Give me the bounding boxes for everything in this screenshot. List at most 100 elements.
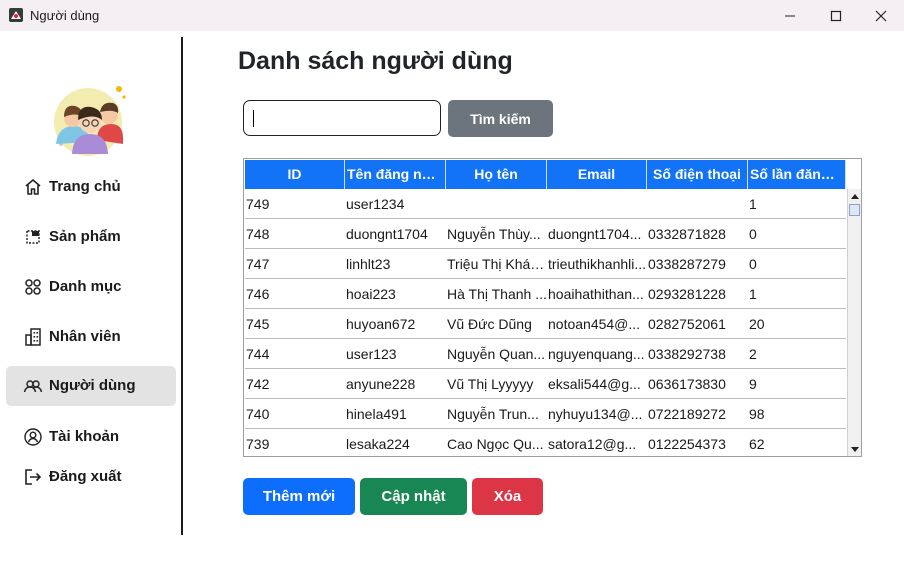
sidebar-item-label: Tài khoản (49, 428, 120, 445)
table-cell: 0282752061 (648, 316, 726, 332)
table-cell: user1234 (346, 196, 405, 212)
table-cell: Hà Thị Thanh ... (447, 286, 547, 302)
table-cell: 739 (246, 436, 270, 452)
users-avatar-icon (54, 86, 126, 156)
minimize-button[interactable] (767, 0, 813, 31)
table-cell: 0293281228 (648, 286, 726, 302)
table-cell: 20 (749, 316, 765, 332)
table-cell: duongnt1704... (548, 226, 642, 242)
table-row[interactable]: 739 lesaka224 Cao Ngọc Qu... satora12@g... 0… (245, 429, 846, 456)
table-cell (446, 189, 547, 219)
users-icon (23, 380, 43, 393)
sidebar-item-label: Nhân viên (49, 328, 121, 345)
table-row[interactable]: 749 user1234 1 (245, 189, 846, 219)
table-cell: 0338287279 (648, 256, 726, 272)
table-cell: 747 (246, 256, 270, 272)
table-cell: hinela491 (346, 406, 407, 422)
column-header-username[interactable]: Tên đăng nhập (345, 160, 446, 189)
add-button[interactable]: Thêm mới (243, 478, 355, 515)
table-header: ID Tên đăng nhập Họ tên Email Số điện th… (245, 160, 846, 189)
table-cell: hoai223 (346, 286, 396, 302)
page-title: Danh sách người dùng (238, 47, 513, 75)
table-row[interactable]: 746 hoai223 Hà Thị Thanh ... hoaihathithan.… (245, 279, 846, 309)
table-cell: 0 (749, 226, 757, 242)
sidebar-item-home[interactable]: Trang chủ (6, 167, 176, 207)
table-cell: 62 (749, 436, 765, 452)
table-row[interactable]: 747 linhlt23 Triệu Thị Khán... trieuthikhan… (245, 249, 846, 279)
sidebar-item-users[interactable]: Người dùng (6, 366, 176, 406)
table-cell: 1 (749, 196, 757, 212)
update-button[interactable]: Cập nhật (360, 478, 467, 515)
app-icon (9, 8, 23, 22)
category-icon (25, 279, 41, 295)
search-button[interactable]: Tìm kiếm (448, 100, 553, 137)
table-cell: eksali544@g... (548, 376, 641, 392)
account-icon (24, 428, 42, 446)
delete-button[interactable]: Xóa (472, 478, 543, 515)
table-row[interactable]: 740 hinela491 Nguyễn Trun... nyhuyu134@... 0… (245, 399, 846, 429)
table-cell: 1 (749, 286, 757, 302)
sidebar-item-employees[interactable]: Nhân viên (6, 317, 176, 357)
column-header-id[interactable]: ID (245, 160, 345, 189)
sidebar-item-label: Danh mục (49, 278, 122, 295)
table-cell: nyhuyu134@... (548, 406, 643, 422)
table-cell: 2 (749, 346, 757, 362)
table-cell: 748 (246, 226, 270, 242)
sidebar-item-label: Đăng xuất (49, 468, 122, 485)
table-cell (547, 189, 647, 219)
table-row[interactable]: 742 anyune228 Vũ Thị Lyyyyy eksali544@g... 0… (245, 369, 846, 399)
scroll-up-button[interactable] (849, 189, 861, 203)
sidebar-item-account[interactable]: Tài khoản (6, 417, 176, 457)
column-header-fullname[interactable]: Họ tên (446, 160, 547, 189)
sidebar-item-label: Sản phẩm (49, 228, 121, 245)
table-cell: 746 (246, 286, 270, 302)
table-cell: satora12@g... (548, 436, 637, 452)
table-cell: Nguyễn Quan... (447, 346, 546, 362)
table-cell: nguyenquang... (548, 346, 645, 362)
sidebar-item-products[interactable]: Sản phẩm (6, 217, 176, 257)
table-cell: trieuthikhanhli... (548, 256, 647, 272)
table-body: 749 user1234 1 748 duongnt1704 Nguyễn Thùy...… (245, 189, 846, 456)
title-bar: Người dùng (0, 0, 904, 31)
table-cell: 745 (246, 316, 270, 332)
users-table: ID Tên đăng nhập Họ tên Email Số điện th… (243, 158, 862, 457)
table-cell: Nguyễn Trun... (447, 406, 539, 422)
column-header-login-count[interactable]: Số lần đăng n... (748, 160, 846, 189)
table-cell: user123 (346, 346, 397, 362)
table-cell: Nguyễn Thùy... (447, 226, 541, 242)
search-input[interactable] (243, 100, 441, 136)
table-cell: Triệu Thị Khán... (447, 256, 547, 272)
column-header-email[interactable]: Email (547, 160, 647, 189)
sidebar-item-categories[interactable]: Danh mục (6, 267, 176, 307)
maximize-button[interactable] (813, 0, 859, 31)
table-cell: 740 (246, 406, 270, 422)
table-cell: hoaihathithan... (548, 286, 644, 302)
logout-icon (25, 469, 42, 485)
text-cursor (253, 110, 254, 127)
column-header-phone[interactable]: Số điện thoại (647, 160, 748, 189)
table-row[interactable]: 748 duongnt1704 Nguyễn Thùy... duongnt1704.… (245, 219, 846, 249)
table-cell: 9 (749, 376, 757, 392)
table-cell: linhlt23 (346, 256, 391, 272)
scroll-down-button[interactable] (849, 442, 861, 456)
table-cell: duongnt1704 (346, 226, 428, 242)
sidebar-item-label: Trang chủ (49, 178, 121, 195)
table-cell: notoan454@... (548, 316, 641, 332)
table-cell (647, 189, 748, 219)
sidebar-item-label: Người dùng (49, 377, 136, 394)
arrow-up-icon (851, 193, 859, 199)
table-cell: anyune228 (346, 376, 416, 392)
table-cell: 742 (246, 376, 270, 392)
table-cell: Cao Ngọc Qu... (447, 436, 544, 452)
sidebar-item-logout[interactable]: Đăng xuất (6, 457, 176, 497)
building-icon (25, 328, 41, 346)
table-row[interactable]: 745 huyoan672 Vũ Đức Dũng notoan454@... 0282… (245, 309, 846, 339)
table-cell: huyoan672 (346, 316, 416, 332)
table-cell: 0636173830 (648, 376, 726, 392)
close-button[interactable] (858, 0, 904, 31)
vertical-scrollbar[interactable] (847, 189, 861, 456)
maximize-icon (830, 10, 842, 21)
scrollbar-thumb[interactable] (849, 204, 860, 216)
table-cell: 749 (246, 196, 270, 212)
table-row[interactable]: 744 user123 Nguyễn Quan... nguyenquang... 03… (245, 339, 846, 369)
